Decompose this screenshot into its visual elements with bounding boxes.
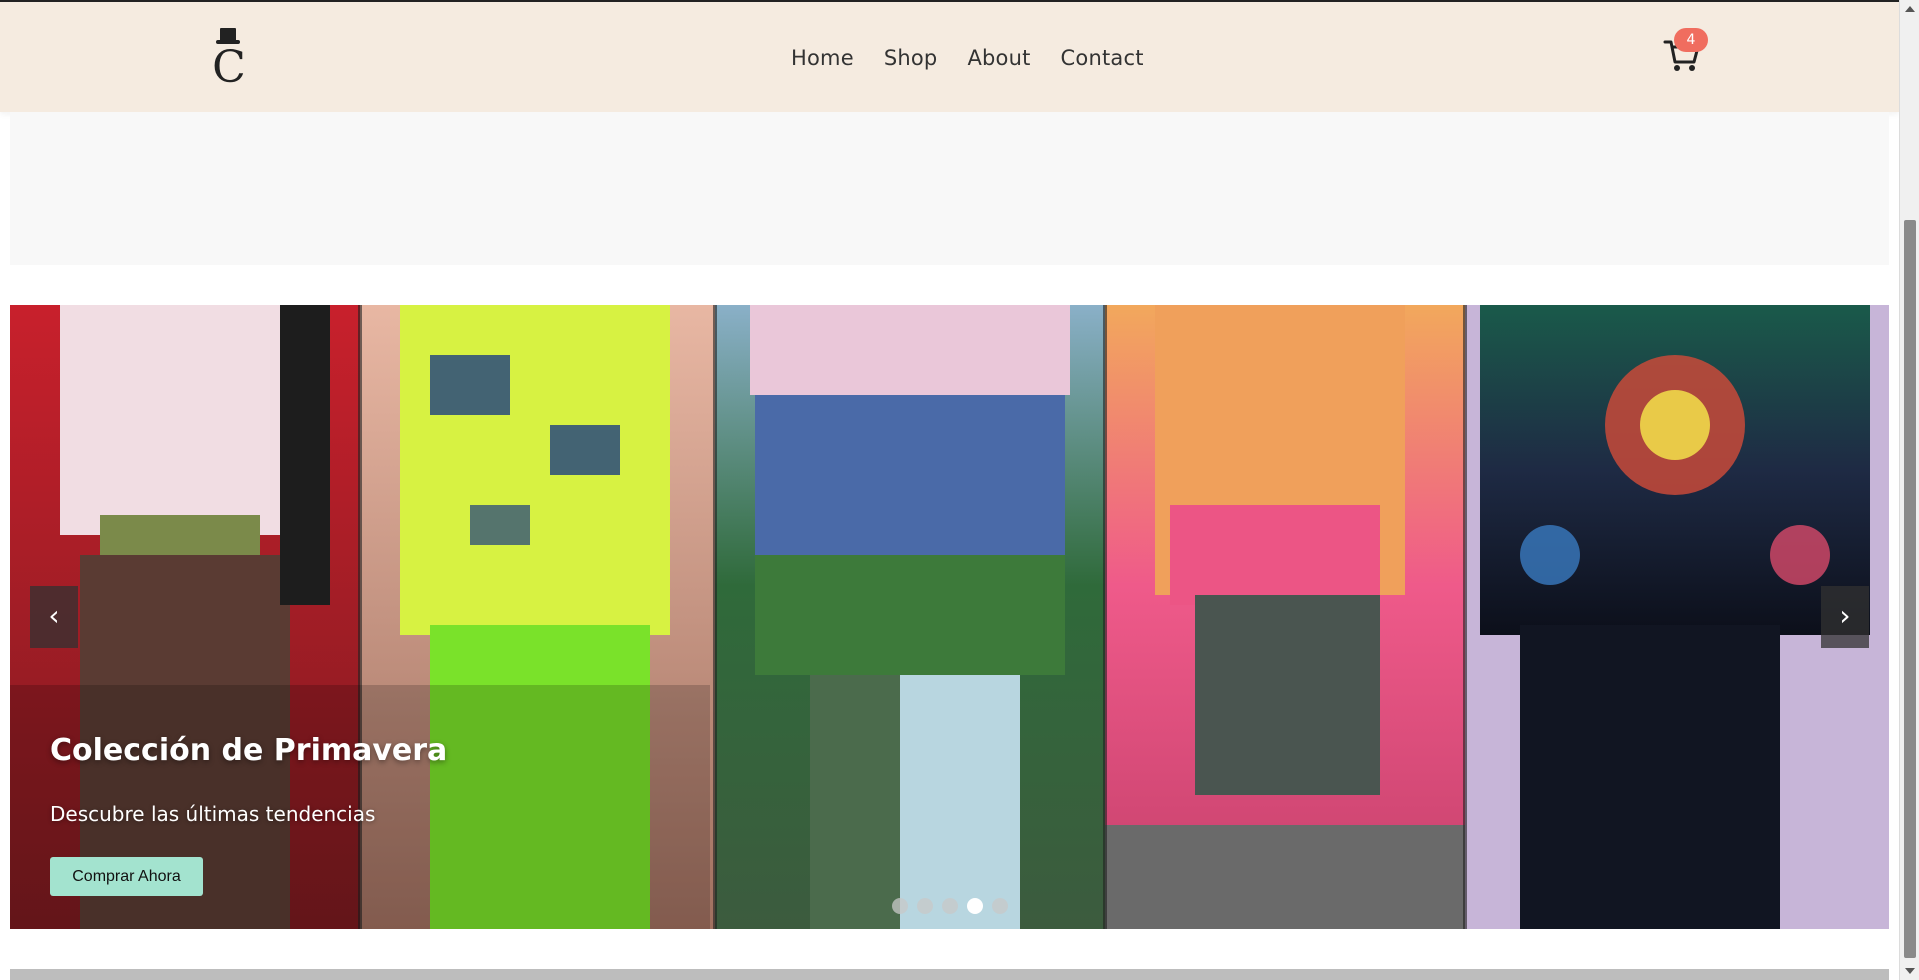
carousel-caption: Colección de Primavera Descubre las últi… bbox=[50, 733, 448, 896]
nav-link-contact[interactable]: Contact bbox=[1061, 46, 1144, 70]
carousel-prev-button[interactable]: ‹ bbox=[30, 586, 78, 648]
carousel-dot-1[interactable] bbox=[892, 898, 908, 914]
carousel-dot-2[interactable] bbox=[917, 898, 933, 914]
carousel-title: Colección de Primavera bbox=[50, 733, 448, 768]
scroll-down-arrow-icon[interactable] bbox=[1900, 962, 1919, 980]
nav-link-about[interactable]: About bbox=[967, 46, 1030, 70]
carousel-dot-3[interactable] bbox=[942, 898, 958, 914]
shop-now-button[interactable]: Comprar Ahora bbox=[50, 857, 203, 896]
page-scrollbar[interactable] bbox=[1899, 0, 1919, 980]
navbar: C Home Shop About Contact 4 bbox=[0, 0, 1899, 112]
nav-link-home[interactable]: Home bbox=[791, 46, 854, 70]
carousel-dot-4[interactable] bbox=[967, 898, 983, 914]
svg-text:C: C bbox=[212, 42, 246, 86]
carousel-next-button[interactable]: › bbox=[1821, 586, 1869, 648]
scroll-up-arrow-icon[interactable] bbox=[1900, 0, 1919, 18]
carousel-indicators bbox=[892, 898, 1008, 914]
scrollbar-thumb[interactable] bbox=[1904, 220, 1916, 958]
hero-carousel: Colección de Primavera Descubre las últi… bbox=[10, 305, 1889, 929]
cart-count-badge: 4 bbox=[1674, 28, 1708, 52]
carousel-subtitle: Descubre las últimas tendencias bbox=[50, 802, 376, 826]
carousel-dot-5[interactable] bbox=[992, 898, 1008, 914]
top-hat-c-logo[interactable]: C bbox=[212, 24, 246, 86]
nav-link-shop[interactable]: Shop bbox=[884, 46, 938, 70]
empty-banner bbox=[10, 112, 1889, 265]
carousel-slide-image bbox=[10, 305, 1889, 929]
section-divider bbox=[10, 969, 1889, 980]
